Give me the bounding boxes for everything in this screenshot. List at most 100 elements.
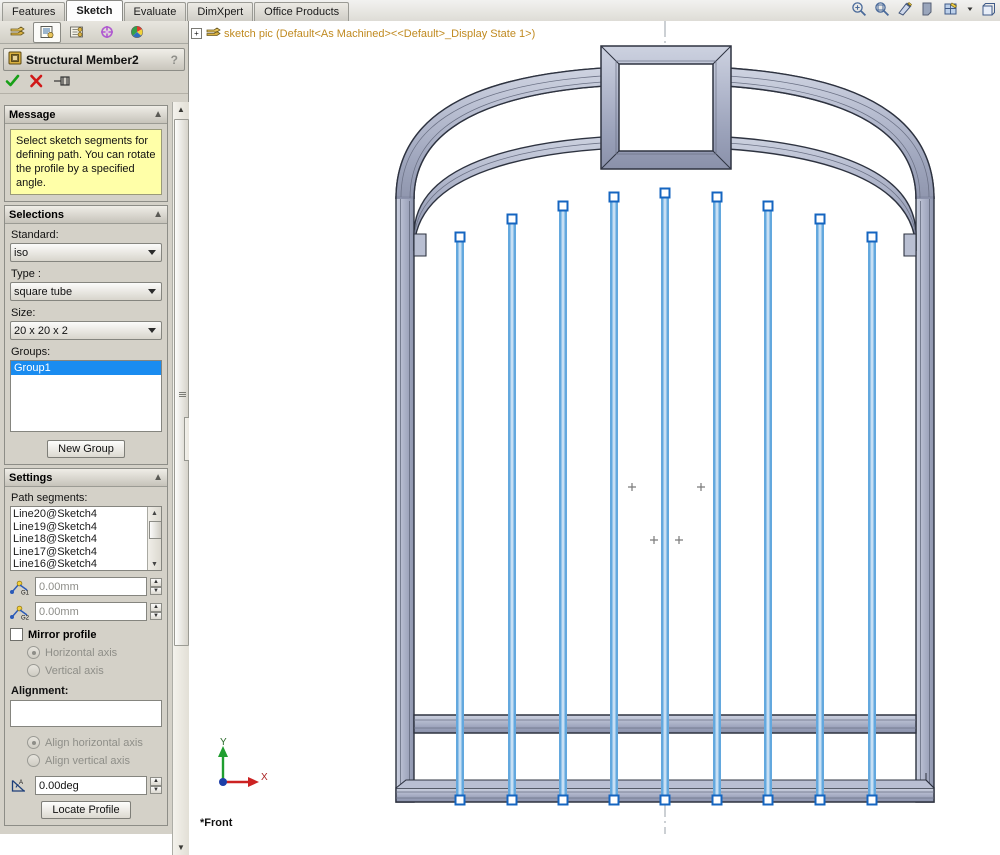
groups-listbox[interactable]: Group1 bbox=[10, 360, 162, 432]
mirror-profile-row[interactable]: Mirror profile bbox=[10, 628, 162, 641]
zoom-to-area-icon[interactable] bbox=[874, 1, 890, 20]
endpoint-handle[interactable] bbox=[454, 794, 466, 806]
path-segments-scrollbar[interactable]: ▲ ▼ bbox=[147, 507, 161, 570]
endpoint-handle[interactable] bbox=[506, 213, 518, 225]
size-dropdown[interactable]: 20 x 20 x 2 bbox=[10, 321, 162, 340]
view-orientation-dropdown-icon[interactable] bbox=[966, 1, 974, 20]
scroll-down-icon[interactable]: ▼ bbox=[148, 558, 161, 570]
tab-features[interactable]: Features bbox=[2, 2, 66, 21]
tab-sketch[interactable]: Sketch bbox=[66, 0, 123, 21]
display-manager-icon[interactable] bbox=[93, 22, 121, 43]
align-vertical-row[interactable]: Align vertical axis bbox=[27, 754, 162, 767]
scroll-up-icon[interactable]: ▲ bbox=[148, 507, 161, 519]
new-group-button[interactable]: New Group bbox=[47, 440, 125, 458]
endpoint-handle[interactable] bbox=[814, 213, 826, 225]
align-horizontal-row[interactable]: Align horizontal axis bbox=[27, 736, 162, 749]
configuration-manager-icon[interactable] bbox=[63, 22, 91, 43]
vertical-member[interactable] bbox=[454, 231, 466, 806]
tab-office-products[interactable]: Office Products bbox=[254, 2, 350, 21]
endpoint-handle[interactable] bbox=[557, 794, 569, 806]
help-icon[interactable]: ? bbox=[171, 53, 180, 67]
endpoint-handle[interactable] bbox=[866, 231, 878, 243]
endpoint-handle[interactable] bbox=[557, 200, 569, 212]
cancel-button[interactable] bbox=[29, 74, 44, 91]
list-item[interactable]: Line16@Sketch4 bbox=[13, 558, 161, 570]
standard-dropdown[interactable]: iso bbox=[10, 243, 162, 262]
endpoint-handle[interactable] bbox=[866, 794, 878, 806]
view-toolbar bbox=[851, 0, 1000, 21]
endpoint-handle[interactable] bbox=[608, 191, 620, 203]
scroll-down-icon[interactable]: ▼ bbox=[173, 840, 189, 855]
zoom-in-icon[interactable] bbox=[851, 1, 867, 20]
rotation-angle-input[interactable]: 0.00deg bbox=[35, 776, 147, 795]
tab-evaluate[interactable]: Evaluate bbox=[123, 2, 187, 21]
chevron-up-icon[interactable]: ▲ bbox=[153, 209, 163, 220]
settings-section-header[interactable]: Settings ▲ bbox=[5, 469, 167, 487]
gap1-stepper[interactable]: ▲ ▼ bbox=[150, 578, 162, 595]
panel-scrollbar[interactable]: ▲ ▼ bbox=[172, 102, 189, 855]
endpoint-handle[interactable] bbox=[711, 191, 723, 203]
feature-manager-tree-icon[interactable] bbox=[3, 22, 31, 43]
endpoint-handle[interactable] bbox=[762, 794, 774, 806]
vertical-member[interactable] bbox=[814, 213, 826, 806]
mirror-vertical-radio[interactable] bbox=[27, 664, 40, 677]
endpoint-handle[interactable] bbox=[814, 794, 826, 806]
list-item[interactable]: Line17@Sketch4 bbox=[13, 546, 161, 559]
vertical-member[interactable] bbox=[762, 200, 774, 806]
view-orientation-icon[interactable] bbox=[943, 1, 959, 20]
locate-profile-button[interactable]: Locate Profile bbox=[41, 801, 131, 819]
property-manager-icon[interactable] bbox=[33, 21, 61, 43]
mirror-horizontal-radio[interactable] bbox=[27, 646, 40, 659]
detach-segment-button[interactable] bbox=[53, 74, 71, 91]
weldment-frame-model[interactable] bbox=[189, 21, 1000, 834]
align-horizontal-radio[interactable] bbox=[27, 736, 40, 749]
endpoint-handle[interactable] bbox=[506, 794, 518, 806]
chevron-up-icon[interactable]: ▲ bbox=[153, 472, 163, 483]
ok-button[interactable] bbox=[5, 74, 20, 91]
endpoint-handle[interactable] bbox=[659, 187, 671, 199]
gap2-input[interactable]: 0.00mm bbox=[35, 602, 147, 621]
vertical-member[interactable] bbox=[506, 213, 518, 806]
svg-text:X: X bbox=[261, 772, 268, 783]
list-item[interactable]: Group1 bbox=[11, 361, 161, 375]
list-item[interactable]: Line20@Sketch4 bbox=[13, 508, 161, 521]
mirror-horizontal-row[interactable]: Horizontal axis bbox=[27, 646, 162, 659]
scrollbar-grip bbox=[179, 392, 186, 398]
vertical-member[interactable] bbox=[866, 231, 878, 806]
vertical-member[interactable] bbox=[557, 200, 569, 806]
mirror-vertical-row[interactable]: Vertical axis bbox=[27, 664, 162, 677]
gap1-input[interactable]: 0.00mm bbox=[35, 577, 147, 596]
section-view-icon[interactable] bbox=[920, 1, 936, 20]
display-style-icon[interactable] bbox=[981, 1, 995, 20]
selections-section-header[interactable]: Selections ▲ bbox=[5, 206, 167, 224]
list-item[interactable]: Line18@Sketch4 bbox=[13, 533, 161, 546]
vertical-member[interactable] bbox=[659, 187, 671, 806]
alignment-selection-box[interactable] bbox=[10, 700, 162, 727]
chevron-up-icon[interactable]: ▲ bbox=[153, 109, 163, 120]
vertical-member[interactable] bbox=[608, 191, 620, 806]
endpoint-handle[interactable] bbox=[762, 200, 774, 212]
mirror-profile-checkbox[interactable] bbox=[10, 628, 23, 641]
type-dropdown[interactable]: square tube bbox=[10, 282, 162, 301]
graphics-area[interactable]: + sketch pic (Default<As Machined><<Defa… bbox=[189, 2, 1000, 834]
scroll-up-icon[interactable]: ▲ bbox=[173, 102, 189, 117]
endpoint-handle[interactable] bbox=[608, 794, 620, 806]
appearance-manager-icon[interactable] bbox=[123, 22, 151, 43]
align-vertical-radio[interactable] bbox=[27, 754, 40, 767]
scrollbar-thumb[interactable] bbox=[174, 119, 189, 646]
top-center-box[interactable] bbox=[600, 45, 732, 170]
endpoint-handle[interactable] bbox=[454, 231, 466, 243]
endpoint-handle[interactable] bbox=[659, 794, 671, 806]
previous-view-icon[interactable] bbox=[897, 1, 913, 20]
list-item[interactable]: Line19@Sketch4 bbox=[13, 521, 161, 534]
path-segments-listbox[interactable]: Line20@Sketch4 Line19@Sketch4 Line18@Sketc… bbox=[10, 506, 162, 571]
endpoint-handle[interactable] bbox=[711, 794, 723, 806]
vertical-member[interactable] bbox=[711, 191, 723, 806]
tab-dimxpert[interactable]: DimXpert bbox=[187, 2, 254, 21]
type-label: Type : bbox=[11, 268, 41, 280]
scrollbar-thumb[interactable] bbox=[149, 521, 161, 539]
message-section-header[interactable]: Message ▲ bbox=[5, 106, 167, 124]
selections-header-label: Selections bbox=[9, 208, 65, 221]
gap2-stepper[interactable]: ▲ ▼ bbox=[150, 603, 162, 620]
rotation-angle-stepper[interactable]: ▲ ▼ bbox=[150, 777, 162, 794]
